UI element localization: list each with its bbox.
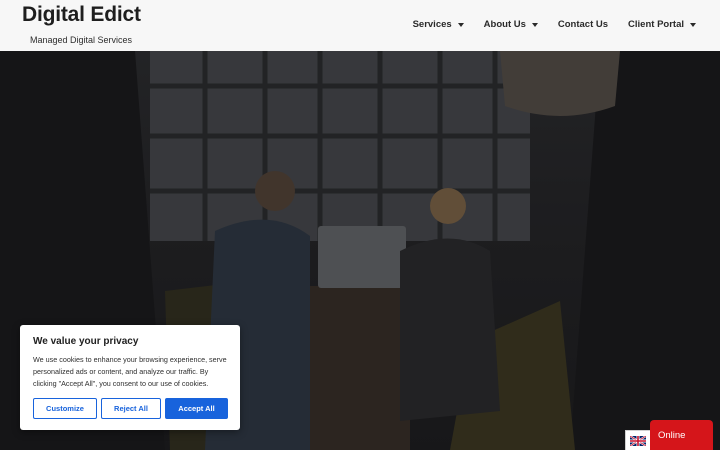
live-chat-button[interactable]: Online bbox=[650, 420, 713, 450]
cookie-title: We value your privacy bbox=[33, 336, 139, 347]
chevron-down-icon bbox=[457, 22, 464, 27]
nav-services-label: Services bbox=[412, 19, 452, 30]
nav-contact-us-label: Contact Us bbox=[557, 19, 609, 30]
site-header: Digital Edict Managed Digital Services S… bbox=[0, 0, 720, 51]
nav-client-portal-label: Client Portal bbox=[628, 19, 684, 30]
language-switcher[interactable] bbox=[625, 430, 651, 450]
customize-button[interactable]: Customize bbox=[33, 398, 97, 419]
accept-all-button[interactable]: Accept All bbox=[165, 398, 228, 419]
cookie-consent-dialog: We value your privacy We use cookies to … bbox=[20, 325, 240, 430]
site-tagline: Managed Digital Services bbox=[30, 35, 133, 45]
main-nav: Services About Us Contact Us Client Port… bbox=[393, 19, 696, 30]
nav-client-portal[interactable]: Client Portal bbox=[628, 19, 696, 30]
nav-about-us[interactable]: About Us bbox=[484, 19, 538, 30]
nav-services[interactable]: Services bbox=[413, 19, 464, 30]
cookie-description: We use cookies to enhance your browsing … bbox=[33, 355, 227, 388]
chevron-down-icon bbox=[690, 22, 696, 27]
cookie-actions: Customize Reject All Accept All bbox=[33, 398, 228, 419]
uk-flag-icon bbox=[630, 435, 646, 446]
reject-all-button[interactable]: Reject All bbox=[101, 398, 161, 419]
site-brand[interactable]: Digital Edict bbox=[22, 3, 141, 27]
chevron-down-icon bbox=[531, 22, 538, 27]
nav-contact-us[interactable]: Contact Us bbox=[558, 19, 608, 30]
nav-about-us-label: About Us bbox=[483, 19, 526, 30]
